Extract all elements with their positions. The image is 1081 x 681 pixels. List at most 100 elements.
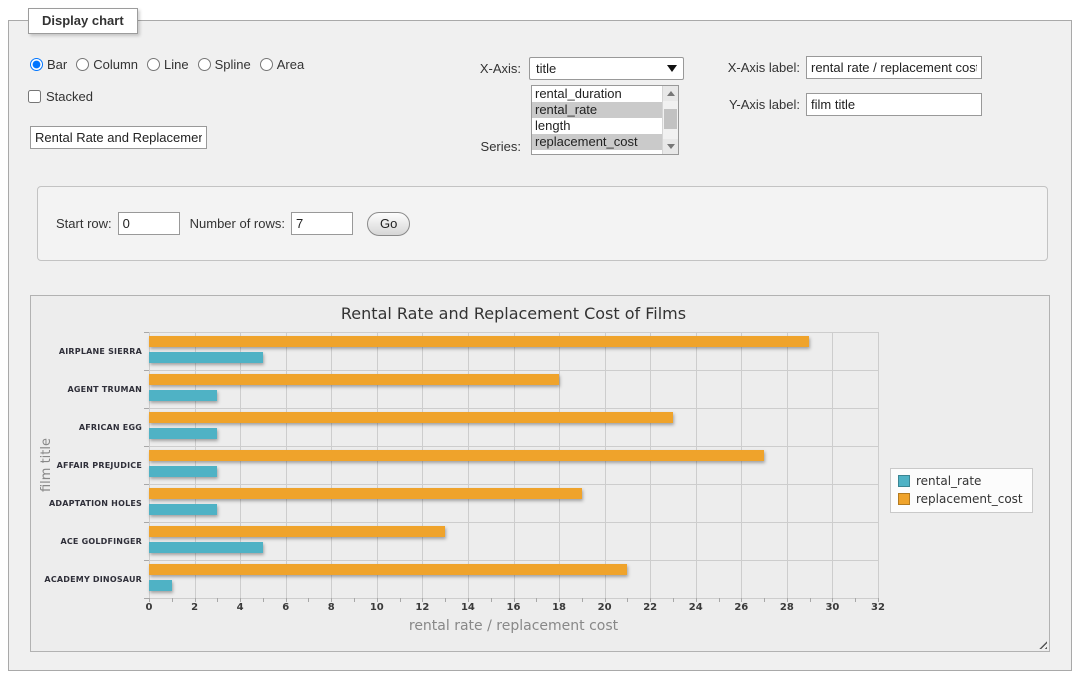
series-options: rental_durationrental_ratelengthreplacem… [532, 86, 662, 154]
x-axis-tick [582, 598, 583, 602]
series-list-label: Series: [420, 139, 521, 154]
scroll-down-button[interactable] [663, 139, 678, 154]
scrollbar-track[interactable] [663, 101, 678, 139]
bar-rental_rate [149, 504, 217, 515]
gridline-horizontal [149, 332, 878, 333]
category-label: ACADEMY DINOSAUR [31, 560, 142, 598]
chart-type-option-spline[interactable]: Spline [198, 57, 251, 72]
bar-rental_rate [149, 542, 263, 553]
x-axis-tick [764, 598, 765, 602]
chart-type-label: Bar [47, 57, 67, 72]
gridline-vertical [832, 332, 833, 598]
gridline-vertical [377, 332, 378, 598]
x-axis-selected-value: title [536, 61, 556, 76]
stacked-label: Stacked [46, 89, 93, 104]
chart-type-option-line[interactable]: Line [147, 57, 189, 72]
x-axis-tick-label: 18 [544, 602, 574, 613]
chart-title-input[interactable] [30, 126, 207, 149]
chart-title: Rental Rate and Replacement Cost of Film… [149, 304, 878, 323]
gridline-vertical [149, 332, 150, 598]
x-axis-tick-label: 16 [499, 602, 529, 613]
gridline-vertical [605, 332, 606, 598]
series-multiselect[interactable]: rental_durationrental_ratelengthreplacem… [531, 85, 679, 155]
y-axis-tick [144, 408, 149, 409]
series-scrollbar[interactable] [662, 86, 678, 154]
scrollbar-thumb[interactable] [664, 109, 677, 129]
arrow-down-icon [667, 144, 675, 149]
gridline-vertical [696, 332, 697, 598]
x-axis-label-input[interactable] [806, 56, 982, 79]
gridline-vertical [422, 332, 423, 598]
series-option-rental_rate[interactable]: rental_rate [532, 102, 662, 118]
chart-legend: rental_rate replacement_cost [890, 468, 1033, 513]
gridline-vertical [787, 332, 788, 598]
category-label: ACE GOLDFINGER [31, 522, 142, 560]
y-axis-label-label: Y-Axis label: [695, 97, 800, 112]
gridline-vertical [650, 332, 651, 598]
x-axis-tick-label: 4 [225, 602, 255, 613]
x-axis-tick-label: 8 [316, 602, 346, 613]
x-axis-tick [308, 598, 309, 602]
x-axis-tick-label: 28 [772, 602, 802, 613]
bar-rental_rate [149, 466, 217, 477]
stacked-checkbox[interactable] [28, 90, 41, 103]
y-axis-tick [144, 560, 149, 561]
chart-type-option-area[interactable]: Area [260, 57, 304, 72]
bar-replacement_cost [149, 412, 673, 423]
y-axis-tick [144, 522, 149, 523]
x-axis-title: rental rate / replacement cost [149, 618, 878, 634]
stacked-checkbox-row[interactable]: Stacked [28, 87, 93, 105]
x-axis-select[interactable]: title [529, 57, 684, 80]
chart-type-radio-spline[interactable] [198, 58, 211, 71]
number-of-rows-input[interactable] [291, 212, 353, 235]
y-axis-tick [144, 446, 149, 447]
chart-type-radio-bar[interactable] [30, 58, 43, 71]
resize-handle-icon[interactable] [1036, 638, 1047, 649]
x-axis-tick-label: 20 [590, 602, 620, 613]
x-axis-tick-label: 24 [681, 602, 711, 613]
bar-rental_rate [149, 390, 217, 401]
x-axis-tick-label: 26 [726, 602, 756, 613]
number-of-rows-label: Number of rows: [190, 216, 285, 231]
start-row-input[interactable] [118, 212, 180, 235]
x-axis-tick [627, 598, 628, 602]
bar-replacement_cost [149, 564, 627, 575]
x-axis-tick [445, 598, 446, 602]
bar-replacement_cost [149, 336, 809, 347]
gridline-vertical [240, 332, 241, 598]
chart-type-option-column[interactable]: Column [76, 57, 138, 72]
chart-container: Rental Rate and Replacement Cost of Film… [30, 295, 1050, 652]
chart-type-radio-area[interactable] [260, 58, 273, 71]
scroll-up-button[interactable] [663, 86, 678, 101]
chart-type-option-bar[interactable]: Bar [30, 57, 67, 72]
legend-item-replacement_cost[interactable]: replacement_cost [898, 492, 1023, 506]
x-axis-tick [491, 598, 492, 602]
legend-item-rental_rate[interactable]: rental_rate [898, 474, 1023, 488]
legend-swatch-icon [898, 475, 910, 487]
x-axis-tick-label: 2 [180, 602, 210, 613]
x-axis-tick-label: 32 [863, 602, 893, 613]
legend-swatch-icon [898, 493, 910, 505]
y-axis-tick [144, 370, 149, 371]
bar-rental_rate [149, 428, 217, 439]
go-button[interactable]: Go [367, 212, 410, 236]
x-axis-label-label: X-Axis label: [695, 60, 800, 75]
series-option-rental_duration[interactable]: rental_duration [532, 86, 662, 102]
x-axis-tick [673, 598, 674, 602]
chart-type-radio-line[interactable] [147, 58, 160, 71]
bar-rental_rate [149, 352, 263, 363]
bar-replacement_cost [149, 488, 582, 499]
x-axis-select-label: X-Axis: [420, 61, 521, 76]
y-axis-label-input[interactable] [806, 93, 982, 116]
arrow-up-icon [667, 91, 675, 96]
gridline-horizontal [149, 408, 878, 409]
category-label: AGENT TRUMAN [31, 370, 142, 408]
gridline-vertical [878, 332, 879, 598]
gridline-vertical [286, 332, 287, 598]
chart-type-radio-column[interactable] [76, 58, 89, 71]
series-option-length[interactable]: length [532, 118, 662, 134]
x-axis-tick-label: 22 [635, 602, 665, 613]
series-option-replacement_cost[interactable]: replacement_cost [532, 134, 662, 150]
plot-area [149, 332, 878, 598]
chevron-down-icon [667, 65, 677, 72]
